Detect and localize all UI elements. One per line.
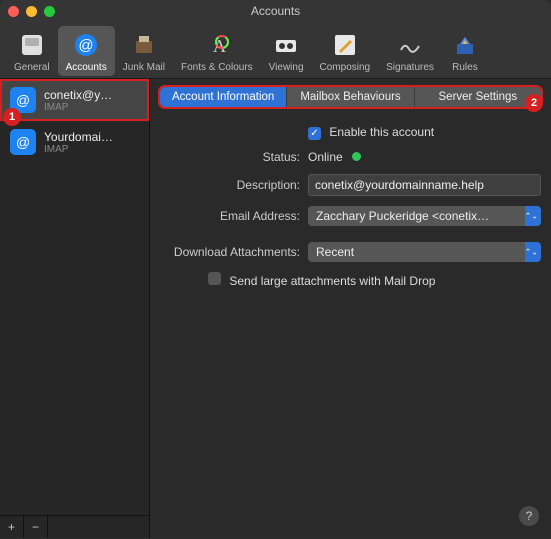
account-list: @ conetix@y… IMAP @ Yourdomai… IMAP bbox=[0, 79, 149, 515]
status-value: Online bbox=[308, 150, 343, 164]
sidebar-footer: + − bbox=[0, 515, 149, 538]
tab-label: Junk Mail bbox=[123, 62, 165, 73]
enable-account-row[interactable]: ✓ Enable this account bbox=[308, 125, 541, 140]
content-tabs: Account Information Mailbox Behaviours S… bbox=[160, 87, 541, 107]
minimize-window-button[interactable] bbox=[26, 6, 37, 17]
help-button[interactable]: ? bbox=[519, 506, 539, 526]
dropdown-value: Zacchary Puckeridge <conetix… bbox=[316, 209, 489, 223]
chevron-updown-icon: ⌃⌄ bbox=[525, 248, 538, 257]
annotation-2: 2 bbox=[525, 94, 543, 112]
tab-label: Fonts & Colours bbox=[181, 62, 253, 73]
tab-label: Accounts bbox=[66, 62, 107, 73]
tab-viewing[interactable]: Viewing bbox=[261, 26, 312, 76]
status-label: Status: bbox=[160, 150, 300, 164]
remove-account-button[interactable]: − bbox=[24, 516, 48, 538]
account-name: conetix@y… bbox=[44, 88, 112, 102]
annotation-1: 1 bbox=[3, 108, 21, 126]
add-account-button[interactable]: + bbox=[0, 516, 24, 538]
preferences-toolbar: General @ Accounts Junk Mail A Fonts & C… bbox=[0, 22, 551, 79]
tab-label: Composing bbox=[320, 62, 371, 73]
email-address-dropdown[interactable]: Zacchary Puckeridge <conetix… ⌃⌄ bbox=[308, 206, 541, 226]
account-content: Account Information Mailbox Behaviours S… bbox=[150, 79, 551, 538]
account-sidebar: @ conetix@y… IMAP @ Yourdomai… IMAP + − bbox=[0, 79, 150, 538]
tab-label: General bbox=[14, 62, 50, 73]
account-item-yourdomain[interactable]: @ Yourdomai… IMAP bbox=[0, 121, 149, 163]
email-label: Email Address: bbox=[160, 209, 300, 223]
svg-text:@: @ bbox=[79, 37, 94, 54]
account-item-conetix[interactable]: @ conetix@y… IMAP bbox=[0, 79, 149, 121]
close-window-button[interactable] bbox=[8, 6, 19, 17]
tab-label: Viewing bbox=[269, 62, 304, 73]
titlebar: Accounts bbox=[0, 0, 551, 22]
tab-server-settings[interactable]: Server Settings bbox=[415, 87, 541, 107]
account-protocol: IMAP bbox=[44, 102, 112, 113]
svg-text:A: A bbox=[213, 36, 226, 56]
fullscreen-window-button[interactable] bbox=[44, 6, 55, 17]
at-icon: @ bbox=[10, 129, 36, 155]
tab-junk-mail[interactable]: Junk Mail bbox=[115, 26, 173, 76]
signatures-icon bbox=[395, 30, 425, 60]
tab-mailbox-behaviours[interactable]: Mailbox Behaviours bbox=[287, 87, 414, 107]
mail-drop-label: Send large attachments with Mail Drop bbox=[229, 274, 435, 288]
enable-account-label: Enable this account bbox=[329, 125, 434, 139]
composing-icon bbox=[330, 30, 360, 60]
status-online-icon bbox=[352, 152, 361, 161]
tab-general[interactable]: General bbox=[6, 26, 58, 76]
tab-accounts[interactable]: @ Accounts bbox=[58, 26, 115, 76]
tab-signatures[interactable]: Signatures bbox=[378, 26, 442, 76]
download-attachments-dropdown[interactable]: Recent ⌃⌄ bbox=[308, 242, 541, 262]
chevron-updown-icon: ⌃⌄ bbox=[525, 212, 538, 221]
general-icon bbox=[17, 30, 47, 60]
account-name: Yourdomai… bbox=[44, 130, 113, 144]
window-controls bbox=[8, 6, 55, 17]
account-protocol: IMAP bbox=[44, 144, 113, 155]
tab-fonts-colours[interactable]: A Fonts & Colours bbox=[173, 26, 261, 76]
checkbox-icon bbox=[208, 272, 221, 285]
fonts-colours-icon: A bbox=[202, 30, 232, 60]
junk-mail-icon bbox=[129, 30, 159, 60]
checkbox-icon: ✓ bbox=[308, 127, 321, 140]
viewing-icon bbox=[271, 30, 301, 60]
description-input[interactable] bbox=[308, 174, 541, 196]
description-label: Description: bbox=[160, 178, 300, 192]
accounts-icon: @ bbox=[71, 30, 101, 60]
window-title: Accounts bbox=[0, 4, 551, 18]
dropdown-value: Recent bbox=[316, 245, 354, 259]
mail-drop-row[interactable]: Send large attachments with Mail Drop bbox=[208, 272, 541, 288]
tab-label: Rules bbox=[452, 62, 478, 73]
tab-label: Signatures bbox=[386, 62, 434, 73]
tab-account-information[interactable]: Account Information bbox=[160, 87, 287, 107]
download-attachments-label: Download Attachments: bbox=[160, 245, 300, 259]
tab-composing[interactable]: Composing bbox=[312, 26, 379, 76]
tab-rules[interactable]: Rules bbox=[442, 26, 488, 76]
rules-icon bbox=[450, 30, 480, 60]
